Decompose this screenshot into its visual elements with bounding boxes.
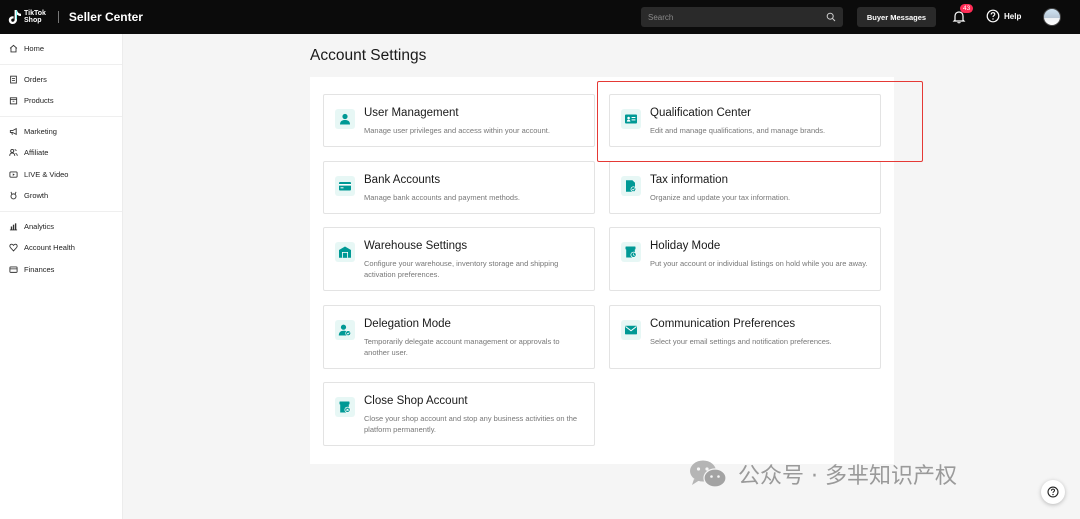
delegation-mode-card[interactable]: Delegation Mode Temporarily delegate acc… xyxy=(323,305,595,369)
store-close-icon xyxy=(335,397,355,417)
app-title[interactable]: Seller Center xyxy=(69,10,143,24)
card-description: Organize and update your tax information… xyxy=(650,193,791,202)
logo-text: TikTok Shop xyxy=(24,10,46,24)
user-icon xyxy=(335,109,355,129)
products-icon xyxy=(9,97,18,105)
card-description: Close your shop account and stop any bus… xyxy=(364,414,578,434)
sidebar-item-label: Analytics xyxy=(24,221,55,231)
help-icon xyxy=(986,9,1000,23)
card-description: Configure your warehouse, inventory stor… xyxy=(364,259,559,279)
card-title: Bank Accounts xyxy=(364,174,441,186)
communication-preferences-card[interactable]: Communication Preferences Select your em… xyxy=(609,305,881,369)
sidebar-item-label: LIVE & Video xyxy=(24,169,69,179)
sidebar-group-growth: Marketing Affiliate LIVE & Video Growth xyxy=(0,117,122,212)
tiktok-shop-logo[interactable]: TikTok Shop xyxy=(8,9,46,25)
sidebar-item-affiliate[interactable]: Affiliate xyxy=(0,142,122,164)
wechat-icon xyxy=(690,460,727,488)
chart-icon xyxy=(9,223,18,231)
card-description: Put your account or individual listings … xyxy=(650,259,868,268)
card-title: User Management xyxy=(364,107,459,119)
sidebar-group-data: Analytics Account Health Finances xyxy=(0,212,122,285)
sidebar-item-label: Account Health xyxy=(24,243,75,253)
help-button[interactable]: Help xyxy=(986,9,1021,23)
megaphone-icon xyxy=(9,127,17,135)
user-management-card[interactable]: User Management Manage user privileges a… xyxy=(323,94,595,147)
logo-line-2: Shop xyxy=(24,17,42,24)
sidebar-group-home: Home xyxy=(0,34,122,65)
store-clock-icon xyxy=(621,242,641,262)
card-title: Communication Preferences xyxy=(650,318,796,330)
card-title: Warehouse Settings xyxy=(364,240,468,252)
logo-line-1: TikTok xyxy=(24,10,46,17)
warehouse-settings-card[interactable]: Warehouse Settings Configure your wareho… xyxy=(323,227,595,291)
sidebar-item-live-video[interactable]: LIVE & Video xyxy=(0,164,122,186)
medal-icon xyxy=(10,191,17,200)
warehouse-icon xyxy=(335,242,355,262)
affiliate-icon xyxy=(9,149,18,157)
highlight-box xyxy=(597,81,923,162)
sidebar-item-label: Finances xyxy=(24,264,55,274)
holiday-mode-card[interactable]: Holiday Mode Put your account or individ… xyxy=(609,227,881,291)
wallet-icon xyxy=(9,266,18,273)
sidebar-item-finances[interactable]: Finances xyxy=(0,259,122,281)
sidebar: Home Orders Products Marketing Affiliate… xyxy=(0,34,123,519)
close-shop-account-card[interactable]: Close Shop Account Close your shop accou… xyxy=(323,382,595,446)
sidebar-item-label: Products xyxy=(24,96,54,106)
user-check-icon xyxy=(335,320,355,340)
help-label: Help xyxy=(1004,11,1022,21)
watermark-text: 公众号 · 多芈知识产权 xyxy=(738,464,957,489)
sidebar-item-analytics[interactable]: Analytics xyxy=(0,216,122,238)
card-title: Tax information xyxy=(650,174,728,186)
logo-divider xyxy=(57,11,59,23)
orders-icon xyxy=(10,75,17,84)
home-icon xyxy=(9,45,18,53)
search-box[interactable] xyxy=(641,7,843,27)
sidebar-item-home[interactable]: Home xyxy=(0,38,122,60)
sidebar-item-account-health[interactable]: Account Health xyxy=(0,237,122,259)
card-description: Select your email settings and notificat… xyxy=(650,337,832,346)
card-title: Delegation Mode xyxy=(364,318,451,330)
watermark: 公众号 · 多芈知识产权 xyxy=(688,458,957,490)
sidebar-item-marketing[interactable]: Marketing xyxy=(0,121,122,143)
sidebar-item-orders[interactable]: Orders xyxy=(0,69,122,91)
sidebar-item-label: Home xyxy=(24,44,45,54)
help-icon xyxy=(1047,486,1059,498)
notification-badge: 43 xyxy=(960,4,974,13)
card-description: Manage bank accounts and payment methods… xyxy=(364,193,520,202)
top-bar: TikTok Shop Seller Center Buyer Messages… xyxy=(0,0,1080,34)
floating-help-button[interactable] xyxy=(1041,480,1065,504)
tax-doc-icon xyxy=(621,176,641,196)
sidebar-item-label: Growth xyxy=(24,191,49,201)
page-title: Account Settings xyxy=(310,47,427,64)
sidebar-item-label: Marketing xyxy=(24,126,57,136)
sidebar-item-products[interactable]: Products xyxy=(0,90,122,112)
buyer-messages-button[interactable]: Buyer Messages xyxy=(857,7,936,27)
bank-accounts-card[interactable]: Bank Accounts Manage bank accounts and p… xyxy=(323,161,595,214)
card-description: Manage user privileges and access within… xyxy=(364,126,550,135)
sidebar-item-growth[interactable]: Growth xyxy=(0,185,122,207)
bank-card-icon xyxy=(335,176,355,196)
avatar[interactable] xyxy=(1043,8,1061,26)
sidebar-item-label: Affiliate xyxy=(24,148,49,158)
tax-information-card[interactable]: Tax information Organize and update your… xyxy=(609,161,881,214)
video-icon xyxy=(9,171,18,178)
card-title: Holiday Mode xyxy=(650,240,721,252)
health-icon xyxy=(9,243,18,252)
search-icon[interactable] xyxy=(826,12,836,22)
search-input[interactable] xyxy=(641,12,816,22)
mail-icon xyxy=(621,320,641,340)
card-title: Close Shop Account xyxy=(364,395,468,407)
sidebar-group-orders: Orders Products xyxy=(0,65,122,117)
tiktok-logo-icon xyxy=(8,10,21,24)
sidebar-item-label: Orders xyxy=(24,74,47,84)
card-description: Temporarily delegate account management … xyxy=(364,337,560,357)
